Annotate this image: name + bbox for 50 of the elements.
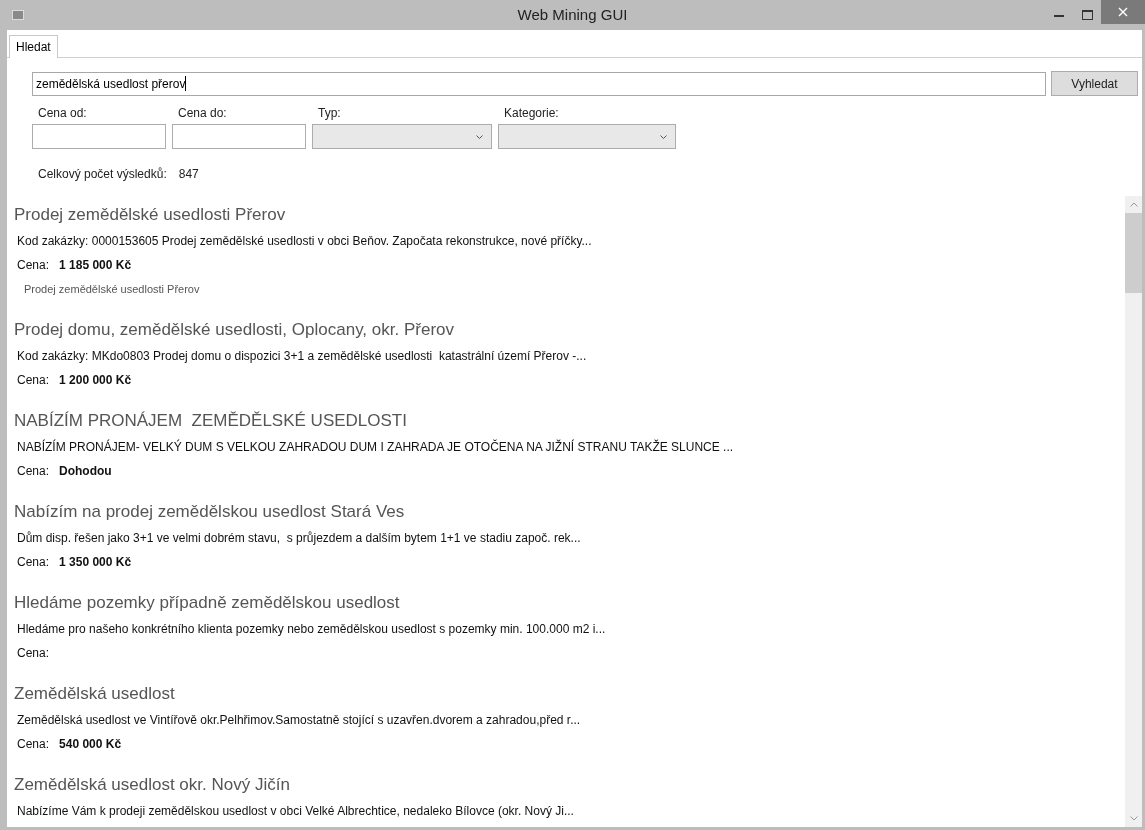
price-label: Cena: — [17, 736, 50, 753]
price-label: Cena: — [17, 554, 50, 571]
total-count: 847 — [178, 166, 199, 183]
scroll-up-icon — [1129, 202, 1138, 207]
scrollbar-thumb[interactable] — [1125, 213, 1142, 293]
price-label: Cena: — [17, 372, 50, 389]
filter-label: Kategorie: — [503, 105, 560, 122]
price-value: 540 000 Kč — [59, 736, 122, 753]
input-field[interactable] — [172, 124, 306, 149]
app-icon — [12, 10, 24, 20]
result-description: Kod zakázky: MKdo0803 Prodej domu o dispozici 3+1 a zemědělské usedlosti katastrální území Přerov -... — [16, 348, 588, 365]
price-label: Cena: — [17, 463, 50, 480]
result-description: Kod zakázky: 0000153605 Prodej zemědělské usedlosti v obci Beňov. Započata rekonstrukce, nové příčky... — [16, 233, 593, 250]
price-value: 1 350 000 Kč — [59, 554, 132, 571]
chevron-down-icon — [476, 134, 483, 139]
result-description: Zemědělská usedlost ve Vintířově okr.Pelhřimov.Samostatně stojící s uzavřen.dvorem a zahradou,před r... — [16, 712, 582, 729]
close-icon — [1118, 7, 1128, 17]
result-title[interactable]: Zemědělská usedlost okr. Nový Jičín — [14, 771, 1125, 799]
minimize-icon — [1054, 13, 1064, 17]
dropdown[interactable] — [312, 124, 492, 149]
result-description: Dům disp. řešen jako 3+1 ve velmi dobrém stavu, s průjezdem a dalším bytem 1+1 ve stadiu započ. rek... — [16, 530, 582, 547]
chevron-down-icon — [660, 134, 667, 139]
search-button[interactable]: Vyhledat — [1051, 71, 1138, 96]
filter-label: Cena do: — [177, 105, 228, 122]
result-title[interactable]: Hledáme pozemky případně zemědělskou usedlost — [14, 589, 1125, 617]
price-value: Dohodou — [59, 463, 112, 480]
result-description: Nabízíme Vám k prodeji zemědělskou usedlost v obci Velké Albrechtice, nedaleko Bílovce (okr. Nový Ji... — [16, 803, 575, 820]
tab[interactable]: Hledat — [9, 35, 58, 58]
price-label: Cena: — [17, 645, 50, 662]
result-title[interactable]: Nabízím na prodej zemědělskou usedlost Stará Ves — [14, 498, 1125, 526]
filter-label: Typ: — [317, 105, 342, 122]
price-label: Cena: — [17, 257, 50, 274]
total-label: Celkový počet výsledků: — [38, 166, 167, 183]
search-field[interactable]: zemědělská usedlost přerov — [32, 71, 1046, 96]
price-value: 1 200 000 Kč — [59, 372, 132, 389]
result-description: Hledáme pro našeho konkrétního klienta pozemky nebo zemědělskou usedlost s pozemky min. 100.000 m2 i... — [16, 621, 607, 638]
filter-label: Cena od: — [37, 105, 88, 122]
price-value: 1 185 000 Kč — [59, 257, 132, 274]
scrollbar[interactable] — [1125, 196, 1142, 827]
result-description: NABÍZÍM PRONÁJEM- VELKÝ DUM S VELKOU ZAHRADOU DUM I ZAHRADA JE OTOČENA NA JIŽNÍ STRANU TAKŽE SLUNCE ... — [16, 438, 735, 456]
result-subtitle: Prodej zemědělské usedlosti Přerov — [23, 282, 201, 297]
result-title[interactable]: Prodej domu, zemědělské usedlosti, Oplocany, okr. Přerov — [14, 316, 1125, 344]
dropdown[interactable] — [498, 124, 676, 149]
scroll-down-icon — [1129, 816, 1138, 821]
input-field[interactable] — [32, 124, 166, 149]
result-title[interactable]: Zemědělská usedlost — [14, 680, 1125, 708]
result-title[interactable]: Prodej zemědělské usedlosti Přerov — [14, 201, 1125, 229]
window-title: Web Mining GUI — [517, 4, 628, 25]
result-title[interactable]: NABÍZÍM PRONÁJEM ZEMĚDĚLSKÉ USEDLOSTI — [14, 407, 1125, 435]
maximize-icon — [1081, 10, 1093, 20]
